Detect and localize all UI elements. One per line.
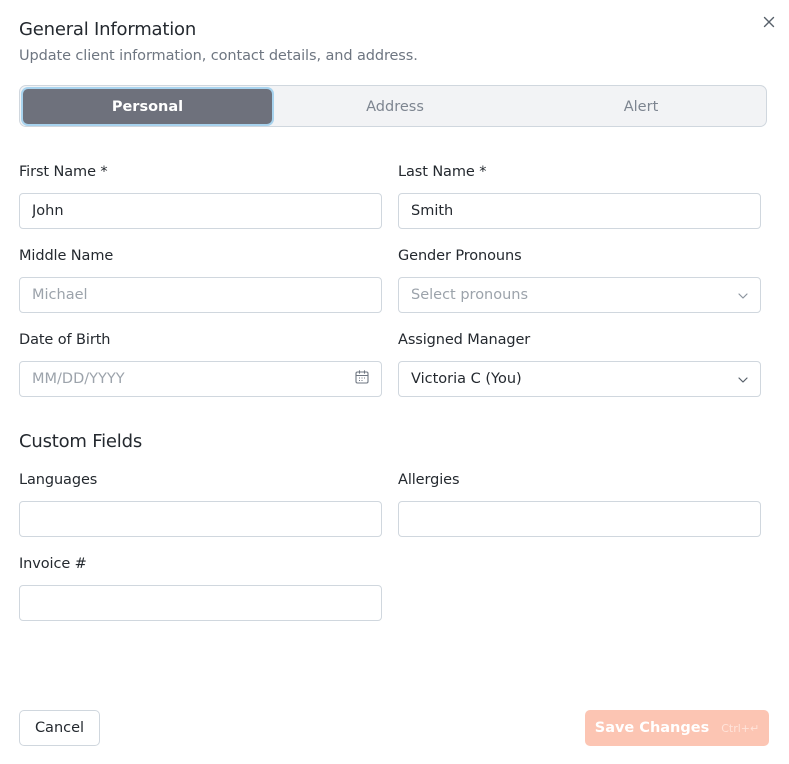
assigned-manager-label: Assigned Manager xyxy=(398,332,531,348)
date-of-birth-label: Date of Birth xyxy=(19,332,111,348)
gender-pronouns-select[interactable]: Select pronouns xyxy=(398,277,761,313)
custom-fields-title: Custom Fields xyxy=(19,431,143,452)
first-name-value: John xyxy=(32,203,64,219)
first-name-label: First Name * xyxy=(19,164,108,180)
allergies-label: Allergies xyxy=(398,472,460,488)
date-of-birth-field[interactable]: MM/DD/YYYY xyxy=(19,361,382,397)
languages-label: Languages xyxy=(19,472,98,488)
assigned-manager-value: Victoria C (You) xyxy=(411,371,522,387)
middle-name-field[interactable]: Michael xyxy=(19,277,382,313)
gender-pronouns-placeholder: Select pronouns xyxy=(411,287,529,303)
middle-name-placeholder: Michael xyxy=(32,287,88,303)
chevron-down-icon xyxy=(738,287,748,303)
cancel-button[interactable]: Cancel xyxy=(19,710,100,746)
calendar-icon[interactable] xyxy=(355,370,369,388)
chevron-down-icon xyxy=(738,371,748,387)
tab-address[interactable]: Address xyxy=(272,89,518,124)
gender-pronouns-label: Gender Pronouns xyxy=(398,248,522,264)
allergies-field[interactable] xyxy=(398,501,761,537)
tab-personal[interactable]: Personal xyxy=(23,89,272,124)
languages-field[interactable] xyxy=(19,501,382,537)
date-of-birth-placeholder: MM/DD/YYYY xyxy=(32,371,125,387)
save-changes-label: Save Changes xyxy=(594,720,710,736)
tab-bar: Personal Address Alert xyxy=(19,85,767,127)
last-name-field[interactable]: Smith xyxy=(398,193,761,229)
last-name-value: Smith xyxy=(411,203,454,219)
dialog-subtitle: Update client information, contact detai… xyxy=(19,48,418,64)
save-changes-button[interactable]: Save Changes Ctrl+↵ xyxy=(585,710,769,746)
assigned-manager-select[interactable]: Victoria C (You) xyxy=(398,361,761,397)
first-name-field[interactable]: John xyxy=(19,193,382,229)
invoice-field[interactable] xyxy=(19,585,382,621)
last-name-label: Last Name * xyxy=(398,164,487,180)
tab-alert[interactable]: Alert xyxy=(518,89,764,124)
close-icon[interactable] xyxy=(759,12,779,32)
save-shortcut-hint: Ctrl+↵ xyxy=(721,721,760,735)
dialog-title: General Information xyxy=(19,19,197,40)
invoice-label: Invoice # xyxy=(19,556,87,572)
middle-name-label: Middle Name xyxy=(19,248,114,264)
